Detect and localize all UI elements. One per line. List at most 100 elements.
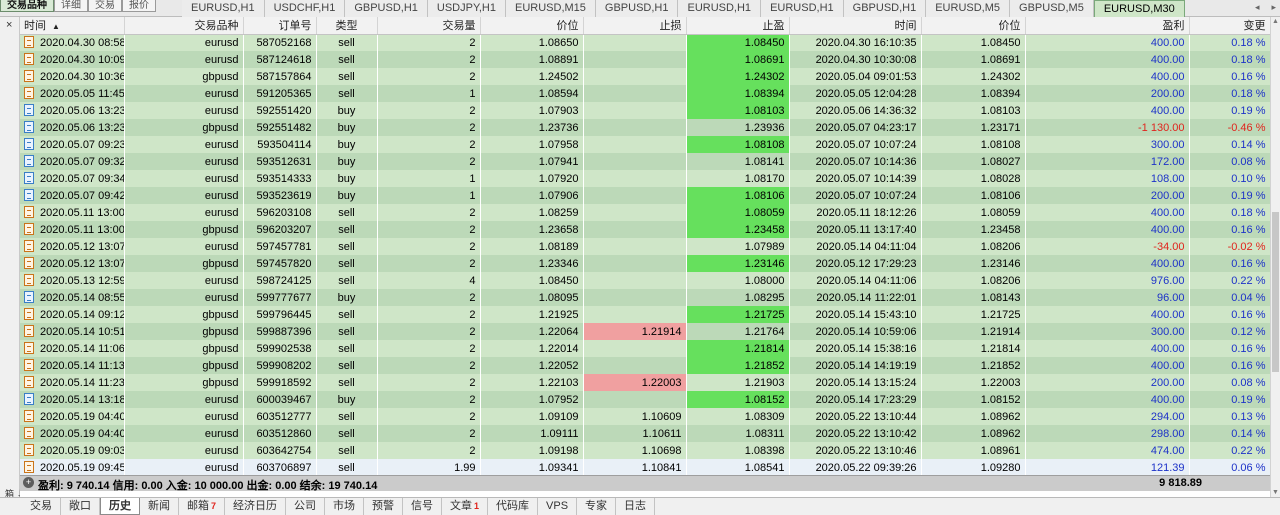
table-row[interactable]: 2020.05.14 09:12:13 gbpusd 599796445 sell 2 1… [20, 306, 1270, 323]
symbol-value: gbpusd [202, 359, 239, 372]
table-row[interactable]: 2020.05.07 09:42:15 eurusd 593523619 buy 1 1.… [20, 187, 1270, 204]
chart-tab[interactable]: EURUSD,H1 [182, 0, 265, 17]
cell-open-price: 1.24502 [480, 68, 584, 85]
chevron-left-icon[interactable]: ◂ [1255, 2, 1260, 13]
table-row[interactable]: 2020.05.13 12:59:03 eurusd 598724125 sell 4 1… [20, 272, 1270, 289]
table-row[interactable]: 2020.05.14 13:18:26 eurusd 600039467 buy 2 1.… [20, 391, 1270, 408]
cell-symbol: gbpusd [124, 340, 244, 357]
chevron-right-icon[interactable]: ▸ [1271, 2, 1276, 13]
column-header[interactable]: 价位 [480, 17, 584, 35]
table-row[interactable]: 2020.05.07 09:32:49 eurusd 593512631 buy 2 1.… [20, 153, 1270, 170]
toolbox-tab[interactable]: 专家 [577, 498, 617, 515]
table-row[interactable]: 2020.05.19 09:03:31 eurusd 603642754 sell 2 1… [20, 442, 1270, 459]
toolbox-tab[interactable]: VPS [538, 498, 578, 515]
buy-order-icon [24, 172, 34, 184]
chart-tab[interactable]: EURUSD,H1 [678, 0, 762, 17]
chart-tab[interactable]: GBPUSD,H1 [345, 0, 428, 17]
toolbox-tab[interactable]: 文章 1 [442, 498, 489, 515]
table-row[interactable]: 2020.05.06 13:23:33 eurusd 592551420 buy 2 1.… [20, 102, 1270, 119]
column-header[interactable]: 时间 ▲ [20, 17, 125, 35]
column-header[interactable]: 止盈 [686, 17, 790, 35]
chart-tab[interactable]: GBPUSD,H1 [843, 0, 927, 17]
table-row[interactable]: 2020.04.30 08:58:36 eurusd 587052168 sell 2 1… [20, 34, 1270, 51]
cell-take-profit: 1.08106 [686, 187, 790, 204]
vertical-scrollbar[interactable]: ▲ ▼ [1270, 17, 1280, 497]
chart-tab[interactable]: EURUSD,M15 [506, 0, 596, 17]
expand-plus-icon[interactable]: + [23, 477, 34, 488]
market-watch-tab[interactable]: 交易品种 [0, 0, 54, 12]
table-row[interactable]: 2020.05.07 09:23:06 eurusd 593504114 buy 2 1.… [20, 136, 1270, 153]
toolbox-tab[interactable]: 新闻 [140, 498, 179, 515]
toolbox-tab[interactable]: 交易 [22, 498, 61, 515]
chart-tab[interactable]: GBPUSD,M5 [1010, 0, 1094, 17]
table-row[interactable]: 2020.05.07 09:34:27 eurusd 593514333 buy 1 1.… [20, 170, 1270, 187]
table-row[interactable]: 2020.05.14 08:55:48 eurusd 599777677 buy 2 1.… [20, 289, 1270, 306]
column-header[interactable]: 订单号 [243, 17, 317, 35]
chart-tab[interactable]: USDJPY,H1 [427, 0, 506, 17]
market-watch-tab[interactable]: 报价 [122, 0, 156, 12]
column-header[interactable]: 类型 [316, 17, 378, 35]
toolbox-tab[interactable]: 信号 [403, 498, 443, 515]
toolbox-tab[interactable]: 邮箱 7 [179, 498, 226, 515]
cell-volume: 2 [377, 68, 481, 85]
toolbox-tab-label: 信号 [411, 500, 434, 512]
table-row[interactable]: 2020.04.30 10:36:08 gbpusd 587157864 sell 2 1… [20, 68, 1270, 85]
column-header[interactable]: 盈利 [1025, 17, 1190, 35]
profit-value: 400.00 [1150, 393, 1185, 406]
market-watch-tab[interactable]: 交易 [88, 0, 122, 12]
cell-symbol: gbpusd [124, 221, 244, 238]
chart-tab[interactable]: USDCHF,H1 [264, 0, 346, 17]
toolbox-tab[interactable]: 经济日历 [225, 498, 287, 515]
chart-tab[interactable]: EURUSD,H1 [761, 0, 844, 17]
cell-symbol: gbpusd [124, 255, 244, 272]
table-row[interactable]: 2020.05.06 13:23:38 gbpusd 592551482 buy 2 1.… [20, 119, 1270, 136]
cell-symbol: eurusd [124, 187, 244, 204]
table-row[interactable]: 2020.04.30 10:09:16 eurusd 587124618 sell 2 1… [20, 51, 1270, 68]
close-icon[interactable]: × [6, 19, 12, 31]
scroll-thumb[interactable] [1272, 212, 1279, 372]
column-header[interactable]: 止损 [583, 17, 687, 35]
table-row[interactable]: 2020.05.14 11:13:44 gbpusd 599908202 sell 2 1… [20, 357, 1270, 374]
cell-symbol: eurusd [124, 408, 244, 425]
profit-value: 400.00 [1150, 206, 1185, 219]
table-row[interactable]: 2020.05.14 11:06:50 gbpusd 599902538 sell 2 1… [20, 340, 1270, 357]
take-profit-value: 1.08309 [744, 410, 785, 423]
column-header[interactable]: 交易品种 [124, 17, 244, 35]
chart-tab[interactable]: GBPUSD,H1 [595, 0, 679, 17]
table-row[interactable]: 2020.05.05 11:45:58 eurusd 591205365 sell 1 1… [20, 85, 1270, 102]
table-row[interactable]: 2020.05.19 04:40:37 eurusd 603512860 sell 2 1… [20, 425, 1270, 442]
table-row[interactable]: 2020.05.11 13:00:34 eurusd 596203108 sell 2 1… [20, 204, 1270, 221]
cell-order-id: 596203207 [243, 221, 317, 238]
table-row[interactable]: 2020.05.12 13:07:43 gbpusd 597457820 sell 2 1… [20, 255, 1270, 272]
table-row[interactable]: 2020.05.14 11:23:19 gbpusd 599918592 sell 2 1… [20, 374, 1270, 391]
cell-order-type: sell [316, 459, 378, 476]
toolbox-tab[interactable]: 公司 [286, 498, 326, 515]
chart-tab[interactable]: EURUSD,M5 [926, 0, 1011, 17]
cell-profit: 400.00 [1025, 102, 1190, 119]
column-header[interactable]: 交易量 [377, 17, 481, 35]
table-row[interactable]: 2020.05.12 13:07:39 eurusd 597457781 sell 2 1… [20, 238, 1270, 255]
table-row[interactable]: 2020.05.19 04:40:30 eurusd 603512777 sell 2 1… [20, 408, 1270, 425]
sell-order-icon [24, 87, 34, 99]
column-header[interactable]: 时间 [789, 17, 922, 35]
table-row[interactable]: 2020.05.19 09:45:43 eurusd 603706897 sell 1.… [20, 459, 1270, 476]
volume-value: 1.99 [454, 461, 476, 474]
cell-close-price: 1.08962 [921, 425, 1026, 442]
toolbox-tab[interactable]: 预警 [364, 498, 404, 515]
toolbox-tab[interactable]: 历史 [100, 498, 140, 515]
toolbox-tab[interactable]: 日志 [616, 498, 656, 515]
column-header-label: 订单号 [278, 20, 312, 33]
toolbox-tab[interactable]: 市场 [325, 498, 365, 515]
column-header[interactable]: 变更 [1189, 17, 1270, 35]
table-row[interactable]: 2020.05.14 10:51:54 gbpusd 599887396 sell 2 1… [20, 323, 1270, 340]
chart-tab[interactable]: EURUSD,M30 [1093, 0, 1185, 17]
symbol-value: gbpusd [202, 70, 239, 83]
open-time-value: 2020.05.12 13:07:43 [40, 258, 124, 270]
toolbox-tab[interactable]: 敞口 [61, 498, 100, 515]
market-watch-tab[interactable]: 详细 [54, 0, 88, 12]
table-row[interactable]: 2020.05.11 13:00:40 gbpusd 596203207 sell 2 1… [20, 221, 1270, 238]
toolbox-tab[interactable]: 代码库 [488, 498, 539, 515]
scroll-up-icon[interactable]: ▲ [1272, 18, 1279, 25]
column-header[interactable]: 价位 [921, 17, 1026, 35]
scroll-down-icon[interactable]: ▼ [1272, 489, 1279, 496]
